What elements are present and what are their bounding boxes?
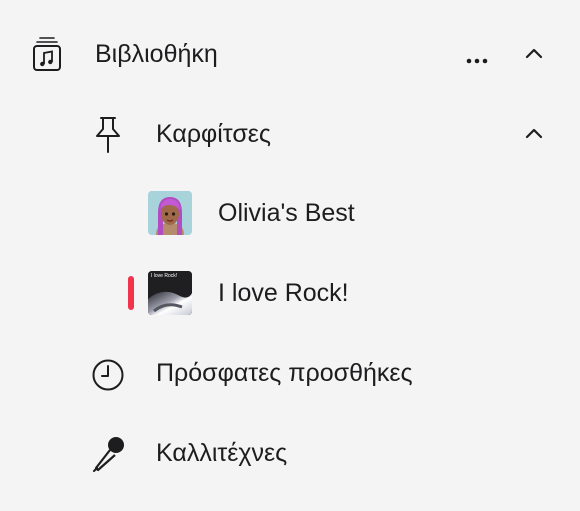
- ellipsis-icon[interactable]: [466, 51, 488, 69]
- memoji-avatar-artwork: [148, 191, 192, 235]
- sidebar-item-label: Πρόσφατες προσθήκες: [156, 359, 413, 387]
- artwork-title: I love Rock!: [151, 273, 178, 279]
- chevron-up-icon[interactable]: [524, 46, 544, 60]
- sidebar-item-label: Καρφίτσες: [156, 120, 271, 148]
- sidebar-item-label: Καλλιτέχνες: [156, 439, 288, 467]
- sidebar-item-artists[interactable]: Καλλιτέχνες: [0, 423, 580, 483]
- playlist-label: I love Rock!: [218, 279, 349, 307]
- microphone-icon: [91, 434, 127, 477]
- sidebar-item-library[interactable]: Βιβλιοθήκη: [0, 24, 580, 84]
- sidebar-item-recently-added[interactable]: Πρόσφατες προσθήκες: [0, 343, 580, 403]
- clock-icon: [91, 358, 125, 397]
- playlist-artwork: I love Rock!: [148, 271, 192, 315]
- sidebar-item-playlist[interactable]: Olivia's Best: [0, 183, 580, 243]
- sidebar-item-playlist[interactable]: I love Rock! I love Rock!: [0, 263, 580, 323]
- pin-icon: [93, 115, 123, 160]
- sidebar-item-pins[interactable]: Καρφίτσες: [0, 104, 580, 164]
- music-library-icon: [32, 36, 62, 77]
- now-playing-indicator: [128, 276, 134, 310]
- sidebar-item-label: Βιβλιοθήκη: [95, 40, 218, 68]
- playlist-label: Olivia's Best: [218, 199, 355, 227]
- chevron-up-icon[interactable]: [524, 126, 544, 140]
